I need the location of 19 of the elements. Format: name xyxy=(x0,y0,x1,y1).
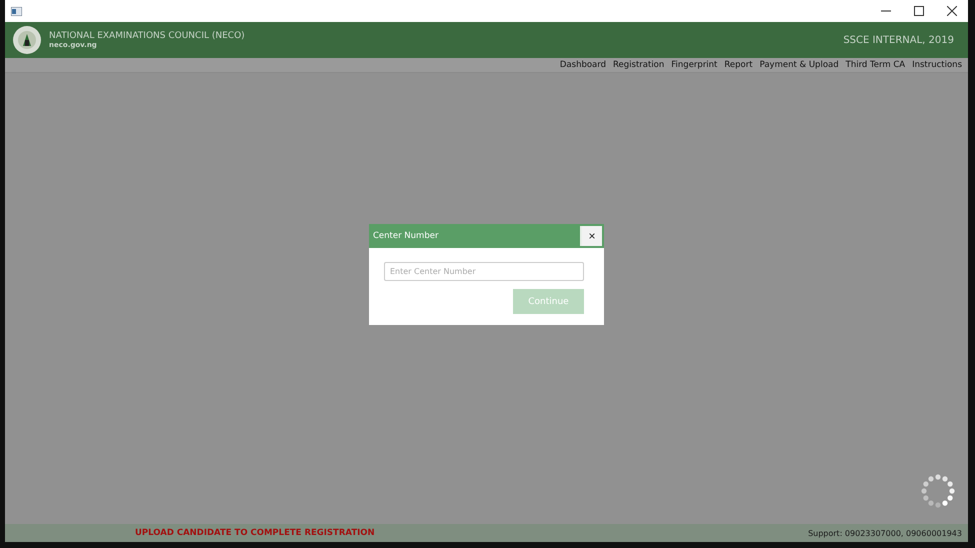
app-icon xyxy=(11,6,22,16)
nav-link[interactable]: Dashboard xyxy=(560,59,606,71)
nav-link[interactable]: Report xyxy=(724,59,753,71)
support-contact: Support: 09023307000, 09060001943 xyxy=(808,528,962,538)
status-message: UPLOAD CANDIDATE TO COMPLETE REGISTRATION xyxy=(135,528,375,538)
dialog-title: Center Number xyxy=(373,231,438,241)
nav-link[interactable]: Fingerprint xyxy=(671,59,718,71)
nav-link[interactable]: Registration xyxy=(613,59,664,71)
close-button[interactable]: × xyxy=(580,226,602,246)
loading-spinner-icon xyxy=(919,472,957,510)
organization-name: NATIONAL EXAMINATIONS COUNCIL (NECO) xyxy=(49,31,246,41)
nav-link[interactable]: Instructions xyxy=(912,59,962,71)
nav-link[interactable]: Payment & Upload xyxy=(760,59,839,71)
maximize-icon[interactable] xyxy=(914,6,924,16)
exam-session: SSCE INTERNAL, 2019 xyxy=(843,34,954,46)
logo-icon xyxy=(13,26,41,54)
close-icon[interactable] xyxy=(946,6,956,16)
nav-link[interactable]: Third Term CA xyxy=(846,59,906,71)
center-number-field[interactable]: Enter Center Number xyxy=(384,262,584,281)
